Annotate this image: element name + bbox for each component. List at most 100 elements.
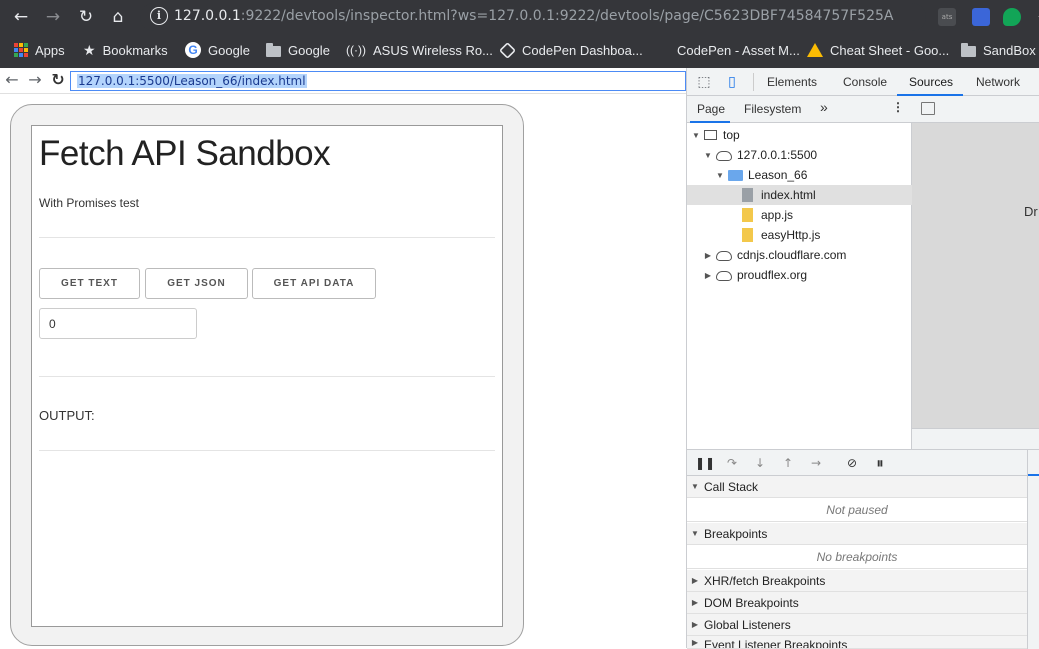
bookmark-apps[interactable]: Apps: [14, 40, 65, 60]
get-json-button[interactable]: GET JSON: [145, 268, 248, 299]
screencast-url-input[interactable]: 127.0.0.1:5500/Leason_66/index.html: [70, 71, 686, 91]
reload-icon[interactable]: ↻: [75, 6, 97, 28]
device-toolbar-icon[interactable]: ▯: [723, 73, 741, 91]
extension-green-icon[interactable]: [1003, 8, 1021, 26]
tab-network[interactable]: Network: [976, 75, 1020, 89]
omnibox-row: ← → ↻ ⌂ i 127.0.0.1:9222/devtools/inspec…: [0, 0, 1039, 34]
debugger-toolbar: ❚❚ ↷ ↓ ↑ → ⊘ ⏸: [687, 450, 1027, 476]
tree-item-top[interactable]: ▼ top: [687, 125, 912, 145]
screencast-url-text: 127.0.0.1:5500/Leason_66/index.html: [77, 74, 307, 88]
collapsed-triangle-icon: ▶: [691, 598, 699, 607]
step-into-icon[interactable]: ↓: [751, 454, 769, 472]
tree-item-leason-66[interactable]: ▼ Leason_66: [687, 165, 912, 185]
section-title: Global Listeners: [704, 617, 791, 632]
extension-blue-icon[interactable]: [972, 8, 990, 26]
apps-icon: [14, 43, 28, 57]
expanded-triangle-icon: ▼: [704, 150, 712, 160]
section-global-listeners[interactable]: ▶ Global Listeners: [687, 614, 1027, 636]
cloud-icon: [716, 271, 732, 281]
star-icon: ★: [83, 41, 96, 58]
tree-item-app-js[interactable]: app.js: [687, 205, 912, 225]
tab-elements[interactable]: Elements: [767, 75, 817, 89]
section-call-stack[interactable]: ▼ Call Stack: [687, 476, 1027, 498]
tree-item-proudflex[interactable]: ▶ proudflex.org: [687, 265, 912, 285]
section-event-listener-breakpoints[interactable]: ▶ Event Listener Breakpoints: [687, 636, 1027, 649]
divider: [39, 450, 495, 451]
collapsed-triangle-icon: ▶: [704, 250, 712, 260]
active-subtab-indicator: [690, 121, 730, 123]
get-text-button[interactable]: GET TEXT: [39, 268, 140, 299]
screencast-navigation: ← → ↻ 127.0.0.1:5500/Leason_66/index.htm…: [0, 68, 686, 94]
tree-item-index-html[interactable]: index.html: [687, 185, 912, 205]
section-xhr-breakpoints[interactable]: ▶ XHR/fetch Breakpoints: [687, 570, 1027, 592]
step-icon[interactable]: →: [807, 454, 825, 472]
tab-sources[interactable]: Sources: [909, 75, 953, 89]
home-icon[interactable]: ⌂: [107, 6, 129, 28]
deactivate-breakpoints-icon[interactable]: ⊘: [843, 454, 861, 472]
devtools-panel: ⬚ ▯ Elements Console Sources Network Pag…: [686, 68, 1039, 649]
breakpoints-body: No breakpoints: [687, 545, 1027, 569]
bookmark-google-folder[interactable]: Google: [266, 40, 330, 60]
frame-icon: [704, 130, 717, 140]
number-input[interactable]: 0: [39, 308, 197, 339]
section-title: Call Stack: [704, 479, 759, 494]
expanded-triangle-icon: ▼: [691, 529, 699, 538]
tree-item-label: cdnjs.cloudflare.com: [737, 248, 847, 262]
tree-item-localhost[interactable]: ▼ 127.0.0.1:5500: [687, 145, 912, 165]
bookmark-sandbox[interactable]: SandBox: [961, 40, 1036, 60]
back-arrow-icon[interactable]: ←: [10, 6, 32, 28]
reload-icon[interactable]: ↻: [49, 70, 67, 90]
sources-editor: Dr: [912, 96, 1039, 449]
url-path: :9222/devtools/inspector.html?ws=127.0.0…: [240, 8, 894, 24]
tree-item-label: easyHttp.js: [761, 228, 821, 242]
bookmark-bookmarks[interactable]: ★ Bookmarks: [83, 40, 168, 60]
site-info-icon[interactable]: i: [150, 7, 168, 25]
page-subtitle: With Promises test: [39, 196, 140, 210]
bookmark-cheat-sheet[interactable]: Cheat Sheet - Goo...: [807, 40, 949, 60]
bookmarks-bar: Apps ★ Bookmarks G Google Google ((·)) A…: [0, 35, 1039, 65]
address-url[interactable]: 127.0.0.1:9222/devtools/inspector.html?w…: [174, 8, 894, 24]
navigator-tab-bar: Page Filesystem » ⋮: [687, 96, 912, 123]
tab-console[interactable]: Console: [843, 75, 887, 89]
url-host: 127.0.0.1: [174, 8, 241, 24]
section-title: XHR/fetch Breakpoints: [704, 573, 826, 588]
more-tabs-icon[interactable]: »: [820, 99, 828, 115]
tab-page[interactable]: Page: [697, 102, 725, 116]
debugger-sidebar: ❚❚ ↷ ↓ ↑ → ⊘ ⏸ ▼ Call Stack Not paused ▼…: [687, 449, 1039, 649]
section-breakpoints[interactable]: ▼ Breakpoints: [687, 523, 1027, 545]
bookmark-label: CodePen Dashboa...: [522, 42, 643, 58]
step-out-icon[interactable]: ↑: [779, 454, 797, 472]
bookmark-codepen[interactable]: CodePen Dashboa...: [499, 40, 643, 60]
address-bar[interactable]: i 127.0.0.1:9222/devtools/inspector.html…: [140, 3, 1039, 31]
back-arrow-icon[interactable]: ←: [3, 70, 21, 90]
tab-filesystem[interactable]: Filesystem: [744, 102, 801, 116]
forward-arrow-icon[interactable]: →: [26, 70, 44, 90]
more-options-icon[interactable]: ⋮: [892, 100, 904, 114]
section-dom-breakpoints[interactable]: ▶ DOM Breakpoints: [687, 592, 1027, 614]
section-title: Event Listener Breakpoints: [704, 638, 848, 649]
bookmark-google[interactable]: G Google: [185, 40, 250, 60]
google-drive-icon: [807, 43, 823, 57]
expanded-triangle-icon: ▼: [692, 130, 700, 140]
output-label: OUTPUT:: [39, 408, 95, 423]
pause-on-exceptions-icon[interactable]: ⏸: [871, 454, 889, 472]
tree-item-easyhttp-js[interactable]: easyHttp.js: [687, 225, 912, 245]
js-file-icon: [742, 228, 753, 242]
toggle-navigator-icon[interactable]: [921, 102, 935, 115]
editor-status-bar: [912, 428, 1039, 449]
extension-icon[interactable]: ats: [938, 8, 956, 26]
bookmark-asus[interactable]: ((·)) ASUS Wireless Ro...: [346, 40, 493, 60]
pause-icon[interactable]: ❚❚: [695, 454, 715, 472]
scope-pane-stub: [1027, 450, 1039, 649]
bookmark-label: Apps: [35, 42, 65, 58]
forward-arrow-icon[interactable]: →: [42, 6, 64, 28]
section-title: DOM Breakpoints: [704, 595, 799, 610]
tree-item-cdnjs[interactable]: ▶ cdnjs.cloudflare.com: [687, 245, 912, 265]
expanded-triangle-icon: ▼: [716, 170, 724, 180]
inspect-element-icon[interactable]: ⬚: [695, 73, 713, 91]
page-title: Fetch API Sandbox: [39, 134, 331, 173]
get-api-data-button[interactable]: GET API DATA: [252, 268, 376, 299]
step-over-icon[interactable]: ↷: [723, 454, 741, 472]
folder-icon: [728, 169, 743, 181]
bookmark-codepen-asset[interactable]: CodePen - Asset M...: [677, 40, 800, 60]
